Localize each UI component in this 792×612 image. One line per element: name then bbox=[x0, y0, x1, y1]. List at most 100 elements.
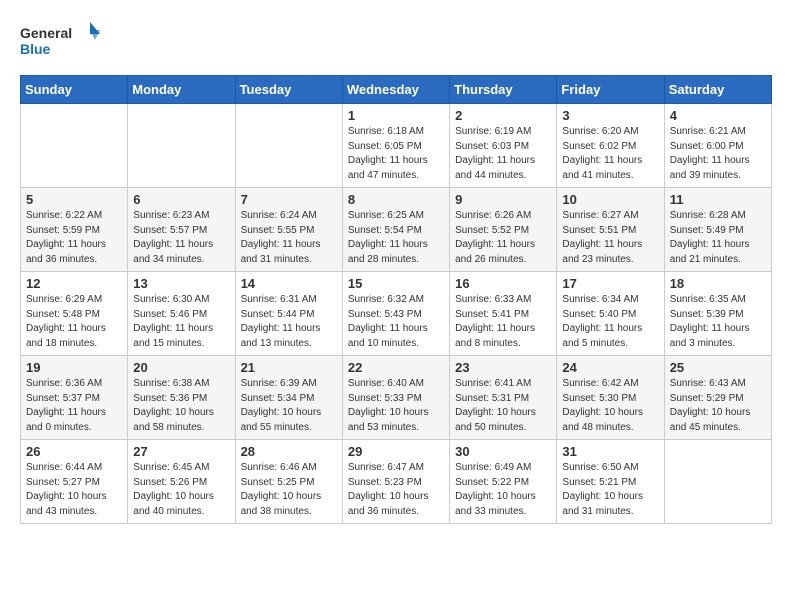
day-info: Sunrise: 6:34 AM Sunset: 5:40 PM Dayligh… bbox=[562, 293, 658, 351]
calendar-cell: 4 Sunrise: 6:21 AM Sunset: 6:00 PM Daylig… bbox=[664, 104, 771, 188]
day-number: 30 bbox=[455, 444, 551, 459]
day-info: Sunrise: 6:25 AM Sunset: 5:54 PM Dayligh… bbox=[348, 209, 444, 267]
column-header-monday: Monday bbox=[128, 76, 235, 104]
day-number: 7 bbox=[241, 192, 337, 207]
day-info: Sunrise: 6:28 AM Sunset: 5:49 PM Dayligh… bbox=[670, 209, 766, 267]
day-info: Sunrise: 6:24 AM Sunset: 5:55 PM Dayligh… bbox=[241, 209, 337, 267]
day-number: 25 bbox=[670, 360, 766, 375]
calendar-cell: 14 Sunrise: 6:31 AM Sunset: 5:44 PM Dayli… bbox=[235, 272, 342, 356]
day-info: Sunrise: 6:45 AM Sunset: 5:26 PM Dayligh… bbox=[133, 461, 229, 519]
day-info: Sunrise: 6:30 AM Sunset: 5:46 PM Dayligh… bbox=[133, 293, 229, 351]
day-number: 23 bbox=[455, 360, 551, 375]
column-header-saturday: Saturday bbox=[664, 76, 771, 104]
calendar-cell: 25 Sunrise: 6:43 AM Sunset: 5:29 PM Dayli… bbox=[664, 356, 771, 440]
calendar-week-row: 26 Sunrise: 6:44 AM Sunset: 5:27 PM Dayli… bbox=[21, 440, 772, 524]
day-info: Sunrise: 6:27 AM Sunset: 5:51 PM Dayligh… bbox=[562, 209, 658, 267]
svg-text:General: General bbox=[20, 25, 72, 41]
day-info: Sunrise: 6:43 AM Sunset: 5:29 PM Dayligh… bbox=[670, 377, 766, 435]
day-info: Sunrise: 6:19 AM Sunset: 6:03 PM Dayligh… bbox=[455, 125, 551, 183]
logo: General Blue bbox=[20, 20, 100, 65]
day-info: Sunrise: 6:31 AM Sunset: 5:44 PM Dayligh… bbox=[241, 293, 337, 351]
calendar-cell: 21 Sunrise: 6:39 AM Sunset: 5:34 PM Dayli… bbox=[235, 356, 342, 440]
day-number: 26 bbox=[26, 444, 122, 459]
calendar-cell: 6 Sunrise: 6:23 AM Sunset: 5:57 PM Daylig… bbox=[128, 188, 235, 272]
calendar-cell: 26 Sunrise: 6:44 AM Sunset: 5:27 PM Dayli… bbox=[21, 440, 128, 524]
calendar-cell: 18 Sunrise: 6:35 AM Sunset: 5:39 PM Dayli… bbox=[664, 272, 771, 356]
calendar-cell: 15 Sunrise: 6:32 AM Sunset: 5:43 PM Dayli… bbox=[342, 272, 449, 356]
day-number: 4 bbox=[670, 108, 766, 123]
day-number: 10 bbox=[562, 192, 658, 207]
day-number: 24 bbox=[562, 360, 658, 375]
day-info: Sunrise: 6:36 AM Sunset: 5:37 PM Dayligh… bbox=[26, 377, 122, 435]
day-number: 16 bbox=[455, 276, 551, 291]
day-number: 21 bbox=[241, 360, 337, 375]
day-number: 6 bbox=[133, 192, 229, 207]
column-header-wednesday: Wednesday bbox=[342, 76, 449, 104]
day-number: 22 bbox=[348, 360, 444, 375]
calendar-cell: 29Sunrise: 6:47 AM Sunset: 5:23 PM Dayli… bbox=[342, 440, 449, 524]
day-number: 20 bbox=[133, 360, 229, 375]
calendar-cell: 31 Sunrise: 6:50 AM Sunset: 5:21 PM Dayli… bbox=[557, 440, 664, 524]
day-info: Sunrise: 6:44 AM Sunset: 5:27 PM Dayligh… bbox=[26, 461, 122, 519]
day-number: 17 bbox=[562, 276, 658, 291]
calendar-cell: 19Sunrise: 6:36 AM Sunset: 5:37 PM Dayli… bbox=[21, 356, 128, 440]
day-number: 31 bbox=[562, 444, 658, 459]
day-number: 28 bbox=[241, 444, 337, 459]
calendar-cell bbox=[664, 440, 771, 524]
day-number: 9 bbox=[455, 192, 551, 207]
calendar-week-row: 19Sunrise: 6:36 AM Sunset: 5:37 PM Dayli… bbox=[21, 356, 772, 440]
column-header-thursday: Thursday bbox=[450, 76, 557, 104]
day-info: Sunrise: 6:47 AM Sunset: 5:23 PM Dayligh… bbox=[348, 461, 444, 519]
day-info: Sunrise: 6:21 AM Sunset: 6:00 PM Dayligh… bbox=[670, 125, 766, 183]
day-info: Sunrise: 6:39 AM Sunset: 5:34 PM Dayligh… bbox=[241, 377, 337, 435]
calendar-cell: 22 Sunrise: 6:40 AM Sunset: 5:33 PM Dayli… bbox=[342, 356, 449, 440]
day-info: Sunrise: 6:33 AM Sunset: 5:41 PM Dayligh… bbox=[455, 293, 551, 351]
calendar-cell: 17 Sunrise: 6:34 AM Sunset: 5:40 PM Dayli… bbox=[557, 272, 664, 356]
day-number: 1 bbox=[348, 108, 444, 123]
calendar-cell: 10 Sunrise: 6:27 AM Sunset: 5:51 PM Dayli… bbox=[557, 188, 664, 272]
day-number: 14 bbox=[241, 276, 337, 291]
calendar-cell: 11 Sunrise: 6:28 AM Sunset: 5:49 PM Dayli… bbox=[664, 188, 771, 272]
day-number: 11 bbox=[670, 192, 766, 207]
calendar-cell: 7 Sunrise: 6:24 AM Sunset: 5:55 PM Daylig… bbox=[235, 188, 342, 272]
day-number: 12 bbox=[26, 276, 122, 291]
calendar-cell bbox=[128, 104, 235, 188]
day-info: Sunrise: 6:20 AM Sunset: 6:02 PM Dayligh… bbox=[562, 125, 658, 183]
calendar-cell: 27 Sunrise: 6:45 AM Sunset: 5:26 PM Dayli… bbox=[128, 440, 235, 524]
day-info: Sunrise: 6:32 AM Sunset: 5:43 PM Dayligh… bbox=[348, 293, 444, 351]
day-number: 27 bbox=[133, 444, 229, 459]
day-number: 5 bbox=[26, 192, 122, 207]
column-header-sunday: Sunday bbox=[21, 76, 128, 104]
day-number: 3 bbox=[562, 108, 658, 123]
calendar-cell: 28 Sunrise: 6:46 AM Sunset: 5:25 PM Dayli… bbox=[235, 440, 342, 524]
day-info: Sunrise: 6:40 AM Sunset: 5:33 PM Dayligh… bbox=[348, 377, 444, 435]
calendar-cell: 24 Sunrise: 6:42 AM Sunset: 5:30 PM Dayli… bbox=[557, 356, 664, 440]
day-info: Sunrise: 6:35 AM Sunset: 5:39 PM Dayligh… bbox=[670, 293, 766, 351]
calendar-week-row: 1 Sunrise: 6:18 AM Sunset: 6:05 PM Daylig… bbox=[21, 104, 772, 188]
calendar-cell: 30 Sunrise: 6:49 AM Sunset: 5:22 PM Dayli… bbox=[450, 440, 557, 524]
day-info: Sunrise: 6:23 AM Sunset: 5:57 PM Dayligh… bbox=[133, 209, 229, 267]
calendar-header-row: SundayMondayTuesdayWednesdayThursdayFrid… bbox=[21, 76, 772, 104]
calendar-cell bbox=[235, 104, 342, 188]
day-info: Sunrise: 6:42 AM Sunset: 5:30 PM Dayligh… bbox=[562, 377, 658, 435]
day-info: Sunrise: 6:46 AM Sunset: 5:25 PM Dayligh… bbox=[241, 461, 337, 519]
day-info: Sunrise: 6:18 AM Sunset: 6:05 PM Dayligh… bbox=[348, 125, 444, 183]
day-info: Sunrise: 6:50 AM Sunset: 5:21 PM Dayligh… bbox=[562, 461, 658, 519]
calendar-cell: 1 Sunrise: 6:18 AM Sunset: 6:05 PM Daylig… bbox=[342, 104, 449, 188]
day-info: Sunrise: 6:26 AM Sunset: 5:52 PM Dayligh… bbox=[455, 209, 551, 267]
column-header-tuesday: Tuesday bbox=[235, 76, 342, 104]
calendar-cell: 13 Sunrise: 6:30 AM Sunset: 5:46 PM Dayli… bbox=[128, 272, 235, 356]
calendar-cell: 9 Sunrise: 6:26 AM Sunset: 5:52 PM Daylig… bbox=[450, 188, 557, 272]
day-number: 18 bbox=[670, 276, 766, 291]
logo-svg: General Blue bbox=[20, 20, 100, 65]
day-info: Sunrise: 6:22 AM Sunset: 5:59 PM Dayligh… bbox=[26, 209, 122, 267]
svg-text:Blue: Blue bbox=[20, 41, 51, 57]
calendar-cell: 23Sunrise: 6:41 AM Sunset: 5:31 PM Dayli… bbox=[450, 356, 557, 440]
calendar-cell: 8Sunrise: 6:25 AM Sunset: 5:54 PM Daylig… bbox=[342, 188, 449, 272]
day-info: Sunrise: 6:49 AM Sunset: 5:22 PM Dayligh… bbox=[455, 461, 551, 519]
calendar-cell: 3 Sunrise: 6:20 AM Sunset: 6:02 PM Daylig… bbox=[557, 104, 664, 188]
day-info: Sunrise: 6:38 AM Sunset: 5:36 PM Dayligh… bbox=[133, 377, 229, 435]
day-number: 15 bbox=[348, 276, 444, 291]
day-number: 13 bbox=[133, 276, 229, 291]
calendar-table: SundayMondayTuesdayWednesdayThursdayFrid… bbox=[20, 75, 772, 524]
